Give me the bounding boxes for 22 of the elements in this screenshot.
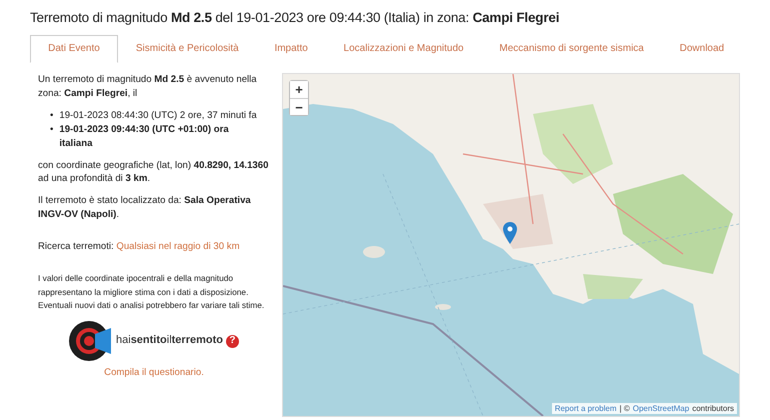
time-text: 19-01-2023 08:44:30 (UTC) 2 ore, 37 minuti fa [59, 108, 257, 123]
search-link[interactable]: Qualsiasi nel raggio di 30 km [116, 241, 240, 252]
disclaimer-text: I valori delle coordinate ipocentrali e della magnitudo rappresentano la migliore stima con i dati a disposizione. Eventuali nuovi dati o analisi potrebbero far variare tali stime. [38, 272, 266, 312]
openstreetmap-link[interactable]: OpenStreetMap [632, 404, 690, 413]
logo-text: haisentitoilterremoto [116, 333, 223, 348]
zoom-out-button[interactable]: − [290, 98, 308, 115]
search-label: Ricerca terremoti: [38, 241, 114, 252]
contributors-text: contributors [692, 404, 734, 413]
target-logo-icon [69, 320, 113, 362]
intro-text: Un terremoto di magnitudo Md 2.5 è avvenuto nella zona: Campi Flegrei, il [38, 74, 257, 99]
map-marker-icon[interactable] [503, 222, 517, 244]
report-problem-link[interactable]: Report a problem [554, 404, 617, 413]
tab[interactable]: Dati Evento [30, 35, 118, 63]
bullet: • [50, 122, 54, 137]
page-title: Terremoto di magnitudo Md 2.5 del 19-01-2023 ore 09:44:30 (Italia) in zona: Campi Flegrei [30, 10, 560, 25]
copyright-text: | © [620, 404, 630, 413]
bullet: • [50, 108, 54, 123]
location-agency-text: Il terremoto è stato localizzato da: Sala Operativa INGV-OV (Napoli). [38, 195, 251, 220]
questionnaire-link[interactable]: Compila il questionario. [104, 366, 204, 380]
help-badge[interactable]: ? [226, 334, 239, 348]
coordinates-text: con coordinate geografiche (lat, lon) 40.8290, 14.1360 ad una profondità di 3 km. [38, 160, 268, 184]
time-text: 19-01-2023 09:44:30 (UTC +01:00) ora italiana [59, 122, 230, 151]
